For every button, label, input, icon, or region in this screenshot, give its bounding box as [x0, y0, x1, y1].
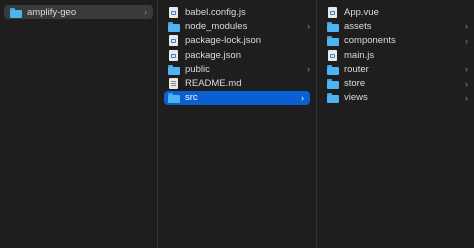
folder-icon [168, 64, 180, 75]
chevron-right-icon: › [465, 64, 468, 75]
item-label: node_modules [185, 20, 248, 32]
folder-icon [327, 64, 339, 75]
chevron-right-icon: › [465, 35, 468, 46]
folder-icon [168, 92, 180, 104]
list-item-node-modules[interactable]: node_modules › [158, 19, 316, 33]
item-label: store [344, 78, 366, 90]
folder-icon [168, 21, 180, 32]
item-label: babel.config.js [185, 6, 246, 18]
item-label: amplify-geo [27, 6, 77, 18]
chevron-right-icon: › [307, 21, 310, 32]
column-2-list: babel.config.js node_modules › package-l… [158, 0, 316, 106]
list-item-src[interactable]: src › [164, 90, 310, 106]
code-file-icon [169, 49, 178, 61]
item-label: main.js [344, 49, 375, 61]
code-file-icon [328, 6, 337, 18]
list-item-amplify-geo[interactable]: amplify-geo › [4, 5, 153, 20]
chevron-right-icon: › [301, 92, 304, 103]
code-file-icon [169, 6, 178, 18]
list-item-package-lock[interactable]: package-lock.json [158, 34, 316, 48]
chevron-right-icon: › [465, 78, 468, 89]
list-item-components[interactable]: components › [317, 34, 474, 48]
list-item-public[interactable]: public › [158, 62, 316, 76]
column-3-list: App.vue assets › components › main.js ro… [317, 0, 474, 105]
column-3: App.vue assets › components › main.js ro… [317, 0, 474, 248]
folder-icon [10, 7, 22, 18]
item-label: package.json [185, 49, 241, 61]
list-item-router[interactable]: router › [317, 62, 474, 76]
folder-icon [327, 21, 339, 32]
item-label: package-lock.json [185, 35, 262, 47]
text-file-icon [169, 78, 178, 90]
folder-icon [327, 35, 339, 47]
item-label: router [344, 63, 369, 75]
code-file-icon [169, 35, 178, 47]
column-1: amplify-geo › [0, 0, 158, 248]
column-2: babel.config.js node_modules › package-l… [158, 0, 317, 248]
folder-icon [327, 78, 339, 90]
folder-icon [327, 92, 339, 104]
list-item-package-json[interactable]: package.json [158, 48, 316, 62]
list-item-babel-config[interactable]: babel.config.js [158, 5, 316, 19]
item-label: views [344, 92, 368, 104]
item-label: src [185, 92, 198, 104]
chevron-right-icon: › [465, 21, 468, 32]
list-item-main-js[interactable]: main.js [317, 48, 474, 62]
item-label: App.vue [344, 6, 379, 18]
list-item-views[interactable]: views › [317, 91, 474, 105]
list-item-assets[interactable]: assets › [317, 19, 474, 33]
item-label: public [185, 63, 210, 75]
column-1-list: amplify-geo › [0, 0, 157, 20]
item-label: assets [344, 20, 372, 32]
chevron-right-icon: › [465, 92, 468, 103]
item-label: components [344, 35, 396, 47]
item-label: README.md [185, 78, 242, 90]
list-item-app-vue[interactable]: App.vue [317, 5, 474, 19]
list-item-readme[interactable]: README.md [158, 76, 316, 90]
code-file-icon [328, 49, 337, 61]
chevron-right-icon: › [144, 7, 147, 18]
list-item-store[interactable]: store › [317, 76, 474, 90]
chevron-right-icon: › [307, 64, 310, 75]
